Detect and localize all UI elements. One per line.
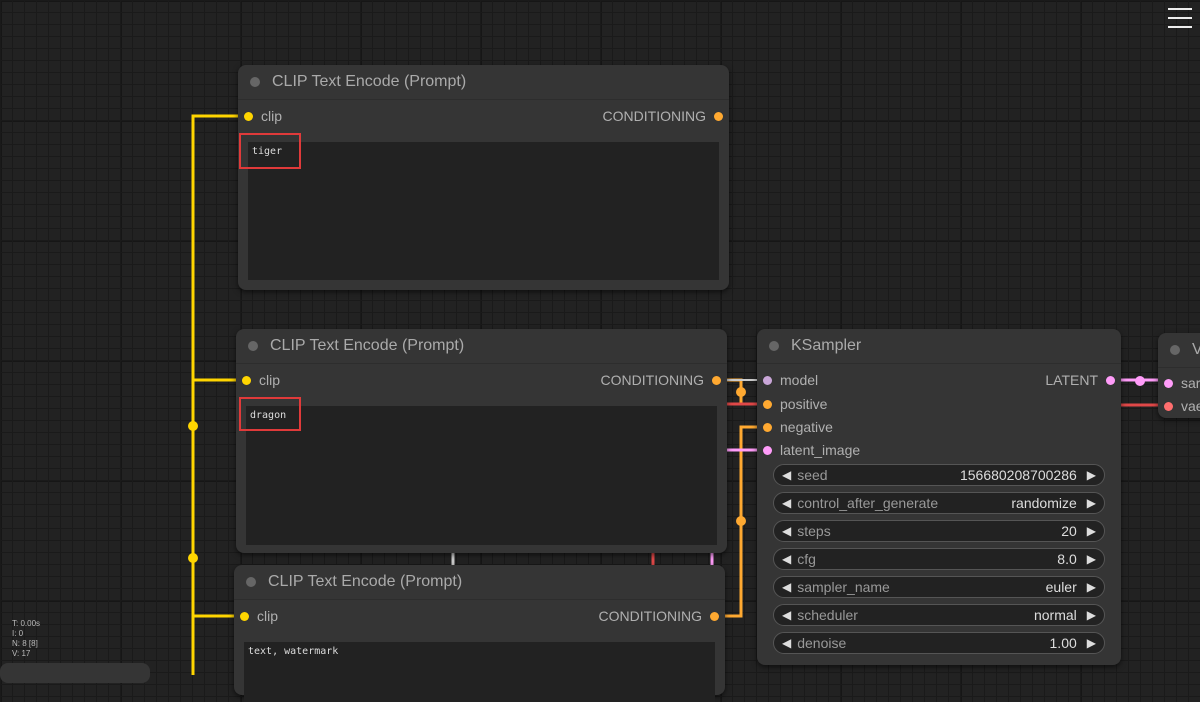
vae-input[interactable]: vae [1164, 398, 1200, 414]
hamburger-menu-icon [1168, 8, 1192, 28]
clip-input[interactable]: clip [244, 108, 282, 124]
widget-value: 20 [1061, 523, 1077, 539]
latent-image-input[interactable]: latent_image [763, 442, 860, 458]
latent-output[interactable]: LATENT [1045, 372, 1115, 388]
widget-label: control_after_generate [797, 495, 939, 511]
ksampler-node[interactable]: KSampler model positive negative latent_… [757, 329, 1121, 665]
widget-label: scheduler [797, 607, 858, 623]
prompt-textarea[interactable]: text, watermark [244, 642, 715, 702]
widget-value: euler [1045, 579, 1077, 595]
prompt-textarea[interactable]: dragon [246, 406, 717, 545]
stat-line: V: 17 [12, 649, 31, 658]
clip-text-encode-node[interactable]: CLIP Text Encode (Prompt) clip CONDITION… [234, 565, 725, 702]
widget-value: 156680208700286 [959, 467, 1077, 483]
node-title: V [1192, 341, 1200, 358]
increment-arrow-icon[interactable]: ▶ [1087, 468, 1096, 482]
widget-seed[interactable]: ◀ seed 156680208700286 ▶ [773, 464, 1105, 486]
widget-label: seed [797, 467, 828, 483]
increment-arrow-icon[interactable]: ▶ [1087, 552, 1096, 566]
increment-arrow-icon[interactable]: ▶ [1087, 524, 1096, 538]
widget-cfg[interactable]: ◀ cfg 8.0 ▶ [773, 548, 1105, 570]
increment-arrow-icon[interactable]: ▶ [1087, 608, 1096, 622]
stat-line: I: 0 [12, 629, 24, 638]
positive-input[interactable]: positive [763, 396, 827, 412]
highlight-box [239, 397, 301, 431]
widget-value: 1.00 [1049, 635, 1077, 651]
model-input[interactable]: model [763, 372, 818, 388]
decrement-arrow-icon[interactable]: ◀ [782, 608, 791, 622]
widget-steps[interactable]: ◀ steps 20 ▶ [773, 520, 1105, 542]
node-title: KSampler [791, 337, 862, 354]
conditioning-output[interactable]: CONDITIONING [601, 372, 721, 388]
widget-value: normal [1033, 607, 1077, 623]
widget-value: 8.0 [1057, 551, 1077, 567]
increment-arrow-icon[interactable]: ▶ [1087, 580, 1096, 594]
node-title: CLIP Text Encode (Prompt) [268, 573, 463, 590]
bottom-panel [0, 663, 150, 683]
widget-control-after-generate[interactable]: ◀ control_after_generate randomize ▶ [773, 492, 1105, 514]
increment-arrow-icon[interactable]: ▶ [1087, 636, 1096, 650]
decrement-arrow-icon[interactable]: ◀ [782, 496, 791, 510]
clip-text-encode-node[interactable]: CLIP Text Encode (Prompt) clip CONDITION… [236, 329, 727, 553]
decrement-arrow-icon[interactable]: ◀ [782, 636, 791, 650]
vae-decode-node[interactable]: V sar vae [1158, 333, 1200, 418]
widget-label: sampler_name [797, 579, 890, 595]
widget-sampler-name[interactable]: ◀ sampler_name euler ▶ [773, 576, 1105, 598]
collapse-dot-icon[interactable] [769, 341, 779, 351]
negative-input[interactable]: negative [763, 419, 833, 435]
widget-label: steps [797, 523, 831, 539]
collapse-dot-icon[interactable] [1170, 345, 1180, 355]
clip-text-encode-node[interactable]: CLIP Text Encode (Prompt) clip CONDITION… [238, 65, 729, 290]
conditioning-output[interactable]: CONDITIONING [603, 108, 723, 124]
collapse-dot-icon[interactable] [250, 77, 260, 87]
clip-input[interactable]: clip [242, 372, 280, 388]
highlight-box [239, 133, 301, 169]
widget-denoise[interactable]: ◀ denoise 1.00 ▶ [773, 632, 1105, 654]
stat-line: T: 0.00s [12, 619, 41, 628]
increment-arrow-icon[interactable]: ▶ [1087, 496, 1096, 510]
node-title: CLIP Text Encode (Prompt) [270, 337, 465, 354]
widget-scheduler[interactable]: ◀ scheduler normal ▶ [773, 604, 1105, 626]
collapse-dot-icon[interactable] [246, 577, 256, 587]
clip-input[interactable]: clip [240, 608, 278, 624]
decrement-arrow-icon[interactable]: ◀ [782, 580, 791, 594]
stat-line: N: 8 [8] [12, 639, 38, 648]
node-title: CLIP Text Encode (Prompt) [272, 73, 467, 90]
menu-button[interactable] [1168, 8, 1192, 28]
samples-input[interactable]: sar [1164, 375, 1200, 391]
widget-label: cfg [797, 551, 816, 567]
widget-value: randomize [1011, 495, 1077, 511]
stats-readout: T: 0.00s I: 0 N: 8 [8] V: 17 [12, 619, 40, 659]
decrement-arrow-icon[interactable]: ◀ [782, 468, 791, 482]
decrement-arrow-icon[interactable]: ◀ [782, 524, 791, 538]
decrement-arrow-icon[interactable]: ◀ [782, 552, 791, 566]
prompt-textarea[interactable]: tiger [248, 142, 719, 280]
widget-label: denoise [797, 635, 847, 651]
conditioning-output[interactable]: CONDITIONING [599, 608, 719, 624]
collapse-dot-icon[interactable] [248, 341, 258, 351]
